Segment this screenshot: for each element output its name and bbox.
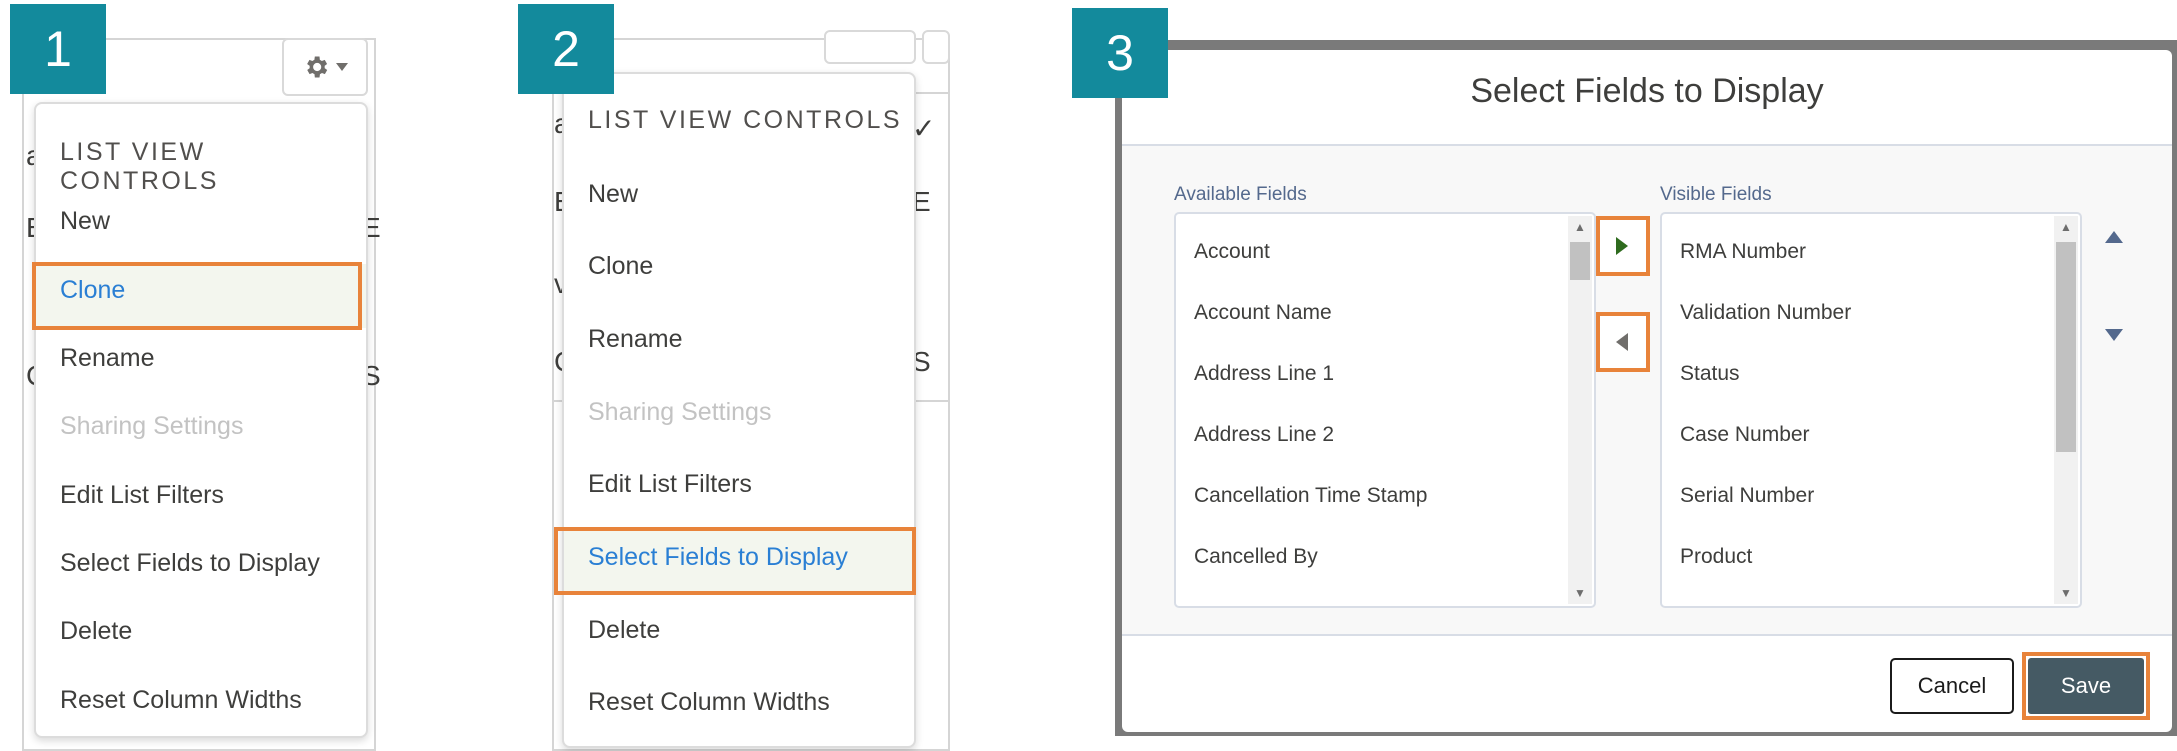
list-view-controls-menu: LIST VIEW CONTROLS New Clone Rename Shar… [562,72,916,748]
list-item[interactable]: Product [1680,545,1752,569]
modal-title: Select Fields to Display [1470,72,1824,110]
visible-fields-list[interactable]: RMA Number Validation Number Status Case… [1660,212,2082,608]
list-view-controls-button[interactable] [824,30,916,64]
menu-item-new[interactable]: New [588,180,638,209]
menu-item-delete[interactable]: Delete [588,616,660,645]
menu-header: LIST VIEW CONTROLS [588,106,903,134]
visible-fields-label: Visible Fields [1660,184,1772,205]
scroll-down-icon[interactable]: ▼ [2054,586,2078,600]
menu-item-sharing-settings: Sharing Settings [588,398,772,426]
available-fields-label: Available Fields [1174,184,1307,205]
menu-item-rename[interactable]: Rename [588,325,683,354]
menu-item-reset-column-widths[interactable]: Reset Column Widths [588,688,830,717]
step-badge-3: 3 [1072,8,1168,98]
list-item[interactable]: Validation Number [1680,301,1851,325]
modal-footer-divider [1122,634,2172,636]
highlight-move-left [1596,312,1650,372]
toolbar-button[interactable] [922,30,950,64]
scrollbar[interactable]: ▲ ▼ [1568,216,1592,604]
scroll-up-icon[interactable]: ▲ [2054,220,2078,234]
step-badge-1: 1 [10,4,106,94]
scroll-up-icon[interactable]: ▲ [1568,220,1592,234]
chevron-down-icon [336,63,348,71]
move-down-icon [2105,329,2123,341]
list-view-controls-menu: LIST VIEW CONTROLS New Clone Rename Shar… [34,102,368,738]
menu-item-delete[interactable]: Delete [60,617,132,646]
list-item[interactable]: RMA Number [1680,240,1806,264]
move-up-button[interactable] [2098,226,2130,249]
list-item[interactable]: Serial Number [1680,484,1814,508]
highlight-select-fields [554,527,916,595]
scrollbar-thumb[interactable] [1570,242,1590,280]
highlight-clone [32,262,362,330]
list-item[interactable]: Cancelled By [1194,545,1318,569]
list-item[interactable]: Status [1680,362,1740,386]
list-item[interactable]: Address Line 2 [1194,423,1334,447]
move-down-button[interactable] [2098,324,2130,347]
highlight-move-right [1596,216,1650,276]
select-fields-modal: Select Fields to Display Available Field… [1122,50,2172,732]
menu-item-sharing-settings: Sharing Settings [60,412,244,440]
scroll-down-icon[interactable]: ▼ [1568,586,1592,600]
scrollbar[interactable]: ▲ ▼ [2054,216,2078,604]
list-item[interactable]: Account Name [1194,301,1332,325]
highlight-save [2022,652,2150,720]
list-item[interactable]: Case Number [1680,423,1810,447]
menu-item-edit-list-filters[interactable]: Edit List Filters [588,470,752,499]
scrollbar-thumb[interactable] [2056,242,2076,452]
menu-header: LIST VIEW CONTROLS [60,138,219,195]
list-view-controls-button[interactable] [282,38,368,96]
menu-item-edit-list-filters[interactable]: Edit List Filters [60,481,224,510]
menu-item-clone[interactable]: Clone [588,252,653,281]
menu-item-select-fields[interactable]: Select Fields to Display [60,549,320,578]
list-item[interactable]: Address Line 1 [1194,362,1334,386]
list-item[interactable]: Account [1194,240,1270,264]
step-badge-2: 2 [518,4,614,94]
menu-item-rename[interactable]: Rename [60,344,155,373]
cancel-button[interactable]: Cancel [1890,658,2014,714]
menu-item-new[interactable]: New [60,207,110,236]
available-fields-list[interactable]: Account Account Name Address Line 1 Addr… [1174,212,1596,608]
menu-item-reset-column-widths[interactable]: Reset Column Widths [60,686,302,715]
gear-icon [307,56,328,78]
move-up-icon [2105,231,2123,243]
list-item[interactable]: Cancellation Time Stamp [1194,484,1427,508]
